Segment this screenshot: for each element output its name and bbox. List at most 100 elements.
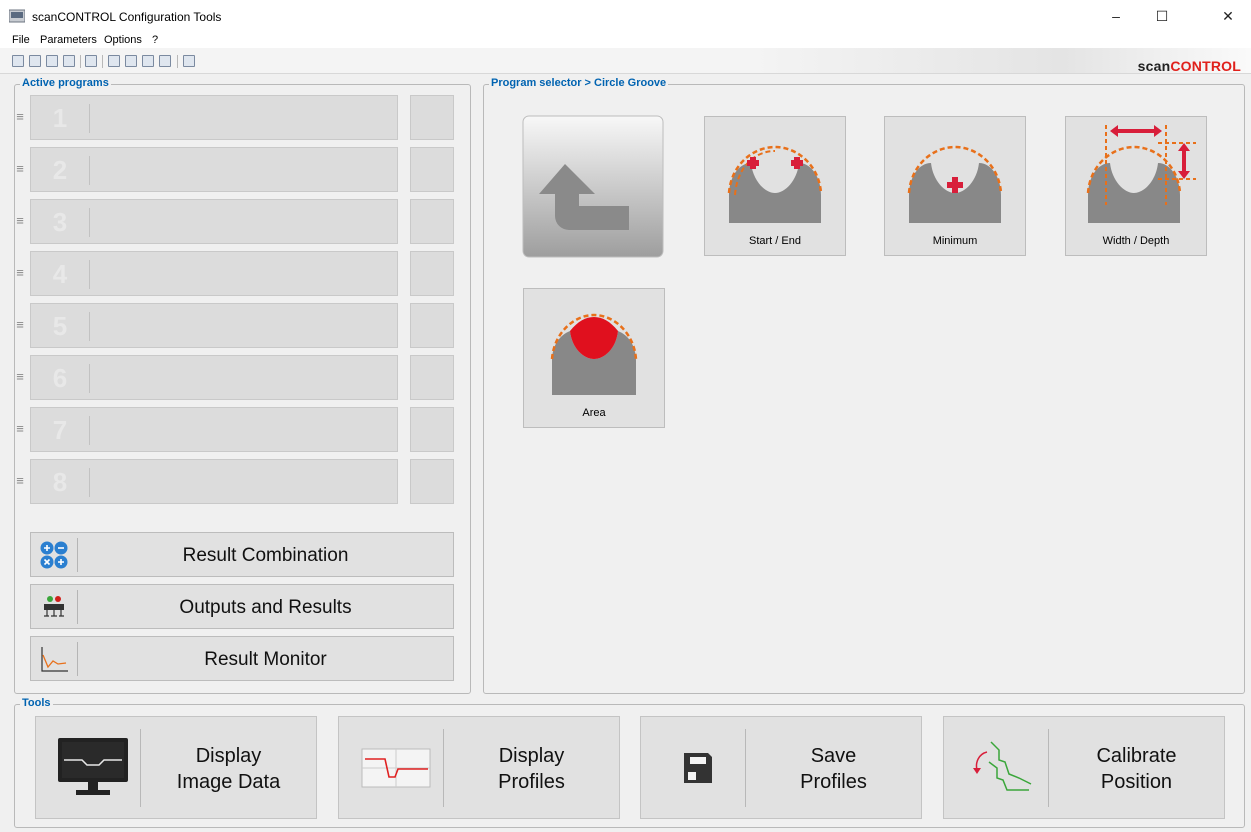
result-monitor-button[interactable]: Result Monitor	[30, 636, 454, 681]
toolbar: scanCONTROL	[0, 48, 1251, 74]
program-slot-options[interactable]	[410, 303, 454, 348]
minimize-button[interactable]: –	[1093, 0, 1139, 32]
toolbar-save-icon[interactable]	[46, 55, 58, 67]
program-slot-body[interactable]: 1	[30, 95, 398, 140]
display-profiles-label: Display Profiles	[498, 744, 565, 793]
drag-handle-icon[interactable]: ≡	[14, 473, 26, 488]
program-slot-options[interactable]	[410, 147, 454, 192]
slot-number: 7	[52, 415, 68, 445]
drag-handle-icon[interactable]: ≡	[14, 265, 26, 280]
program-slot-options[interactable]	[410, 459, 454, 504]
slot-number: 8	[52, 467, 68, 497]
minimum-label: Minimum	[932, 235, 978, 247]
menu-parameters[interactable]: Parameters	[40, 34, 97, 46]
program-tile-width-depth[interactable]: Width / Depth	[1065, 116, 1207, 256]
active-programs-label: Active programs	[20, 77, 111, 89]
drag-handle-icon[interactable]: ≡	[14, 109, 26, 124]
program-slot-body[interactable]: 3	[30, 199, 398, 244]
menu-bar: File Parameters Options ?	[0, 32, 1251, 48]
toolbar-separator	[177, 55, 178, 68]
slot-number: 1	[52, 103, 68, 133]
toolbar-import-icon[interactable]	[159, 55, 171, 67]
app-icon	[9, 9, 25, 23]
close-button[interactable]: ✕	[1205, 0, 1251, 32]
menu-help[interactable]: ?	[152, 34, 158, 46]
program-slot-options[interactable]	[410, 95, 454, 140]
toolbar-sensor-icon[interactable]	[183, 55, 195, 67]
drag-handle-icon[interactable]: ≡	[14, 317, 26, 332]
slot-number: 2	[52, 155, 68, 185]
slot-number: 5	[52, 311, 68, 341]
program-tile-minimum[interactable]: Minimum	[884, 116, 1026, 256]
menu-file[interactable]: File	[12, 34, 30, 46]
floppy-disk-icon	[651, 731, 745, 805]
toolbar-export-icon[interactable]	[142, 55, 154, 67]
toolbar-open-icon[interactable]	[29, 55, 41, 67]
program-slot-6[interactable]: ≡ 6	[14, 355, 456, 400]
drag-handle-icon[interactable]: ≡	[14, 369, 26, 384]
program-slot-body[interactable]: 5	[30, 303, 398, 348]
program-slot-options[interactable]	[410, 199, 454, 244]
slot-divider	[89, 416, 90, 445]
outputs-results-label: Outputs and Results	[179, 596, 352, 618]
window-title: scanCONTROL Configuration Tools	[32, 10, 222, 24]
drag-handle-icon[interactable]: ≡	[14, 213, 26, 228]
toolbar-grid-icon[interactable]	[85, 55, 97, 67]
calibrate-position-button[interactable]: Calibrate Position	[943, 716, 1225, 819]
title-bar: scanCONTROL Configuration Tools – ☐ ✕	[0, 0, 1251, 32]
program-slot-4[interactable]: ≡ 4	[14, 251, 456, 296]
program-slot-7[interactable]: ≡ 7	[14, 407, 456, 452]
drag-handle-icon[interactable]: ≡	[14, 161, 26, 176]
toolbar-separator	[80, 55, 81, 68]
display-profiles-button[interactable]: Display Profiles	[338, 716, 620, 819]
drag-handle-icon[interactable]: ≡	[14, 421, 26, 436]
program-slot-body[interactable]: 4	[30, 251, 398, 296]
back-folder-button[interactable]	[521, 114, 665, 258]
toolbar-store-icon[interactable]	[125, 55, 137, 67]
program-slot-3[interactable]: ≡ 3	[14, 199, 456, 244]
toolbar-connect-icon[interactable]	[12, 55, 24, 67]
outputs-results-button[interactable]: Outputs and Results	[30, 584, 454, 629]
brand-logo: scanCONTROL	[1137, 58, 1241, 74]
program-slot-options[interactable]	[410, 355, 454, 400]
slot-divider	[89, 208, 90, 237]
program-slot-body[interactable]: 8	[30, 459, 398, 504]
menu-options[interactable]: Options	[104, 34, 142, 46]
program-slot-body[interactable]: 6	[30, 355, 398, 400]
slot-divider	[89, 364, 90, 393]
start-end-label: Start / End	[749, 235, 801, 247]
program-slot-2[interactable]: ≡ 2	[14, 147, 456, 192]
program-tile-area[interactable]: Area	[523, 288, 665, 428]
folder-back-icon	[522, 115, 664, 258]
toolbar-separator	[102, 55, 103, 68]
toolbar-save-as-icon[interactable]	[63, 55, 75, 67]
display-image-data-button[interactable]: Display Image Data	[35, 716, 317, 819]
slot-number: 4	[52, 259, 68, 289]
display-image-data-label: Display Image Data	[176, 744, 281, 793]
program-slot-body[interactable]: 7	[30, 407, 398, 452]
slot-divider	[89, 312, 90, 341]
program-tile-start-end[interactable]: Start / End	[704, 116, 846, 256]
program-slot-1[interactable]: ≡ 1	[14, 95, 456, 140]
slot-number: 3	[52, 207, 68, 237]
slot-divider	[89, 156, 90, 185]
program-slot-body[interactable]: 2	[30, 147, 398, 192]
save-profiles-label: Save Profiles	[800, 744, 867, 793]
result-combination-button[interactable]: Result Combination	[30, 532, 454, 577]
slot-divider	[89, 468, 90, 497]
result-monitor-label: Result Monitor	[204, 648, 327, 670]
slot-number: 6	[52, 363, 68, 393]
program-slot-8[interactable]: ≡ 8	[14, 459, 456, 504]
slot-divider	[89, 104, 90, 133]
program-slot-options[interactable]	[410, 407, 454, 452]
monitor-chart-icon	[37, 643, 71, 675]
program-slot-5[interactable]: ≡ 5	[14, 303, 456, 348]
area-label: Area	[582, 407, 606, 419]
calibrate-icon	[954, 731, 1048, 805]
save-profiles-button[interactable]: Save Profiles	[640, 716, 922, 819]
monitor-icon	[46, 731, 140, 805]
toolbar-load-icon[interactable]	[108, 55, 120, 67]
program-slot-options[interactable]	[410, 251, 454, 296]
maximize-button[interactable]: ☐	[1139, 0, 1185, 32]
result-combination-label: Result Combination	[182, 544, 349, 566]
